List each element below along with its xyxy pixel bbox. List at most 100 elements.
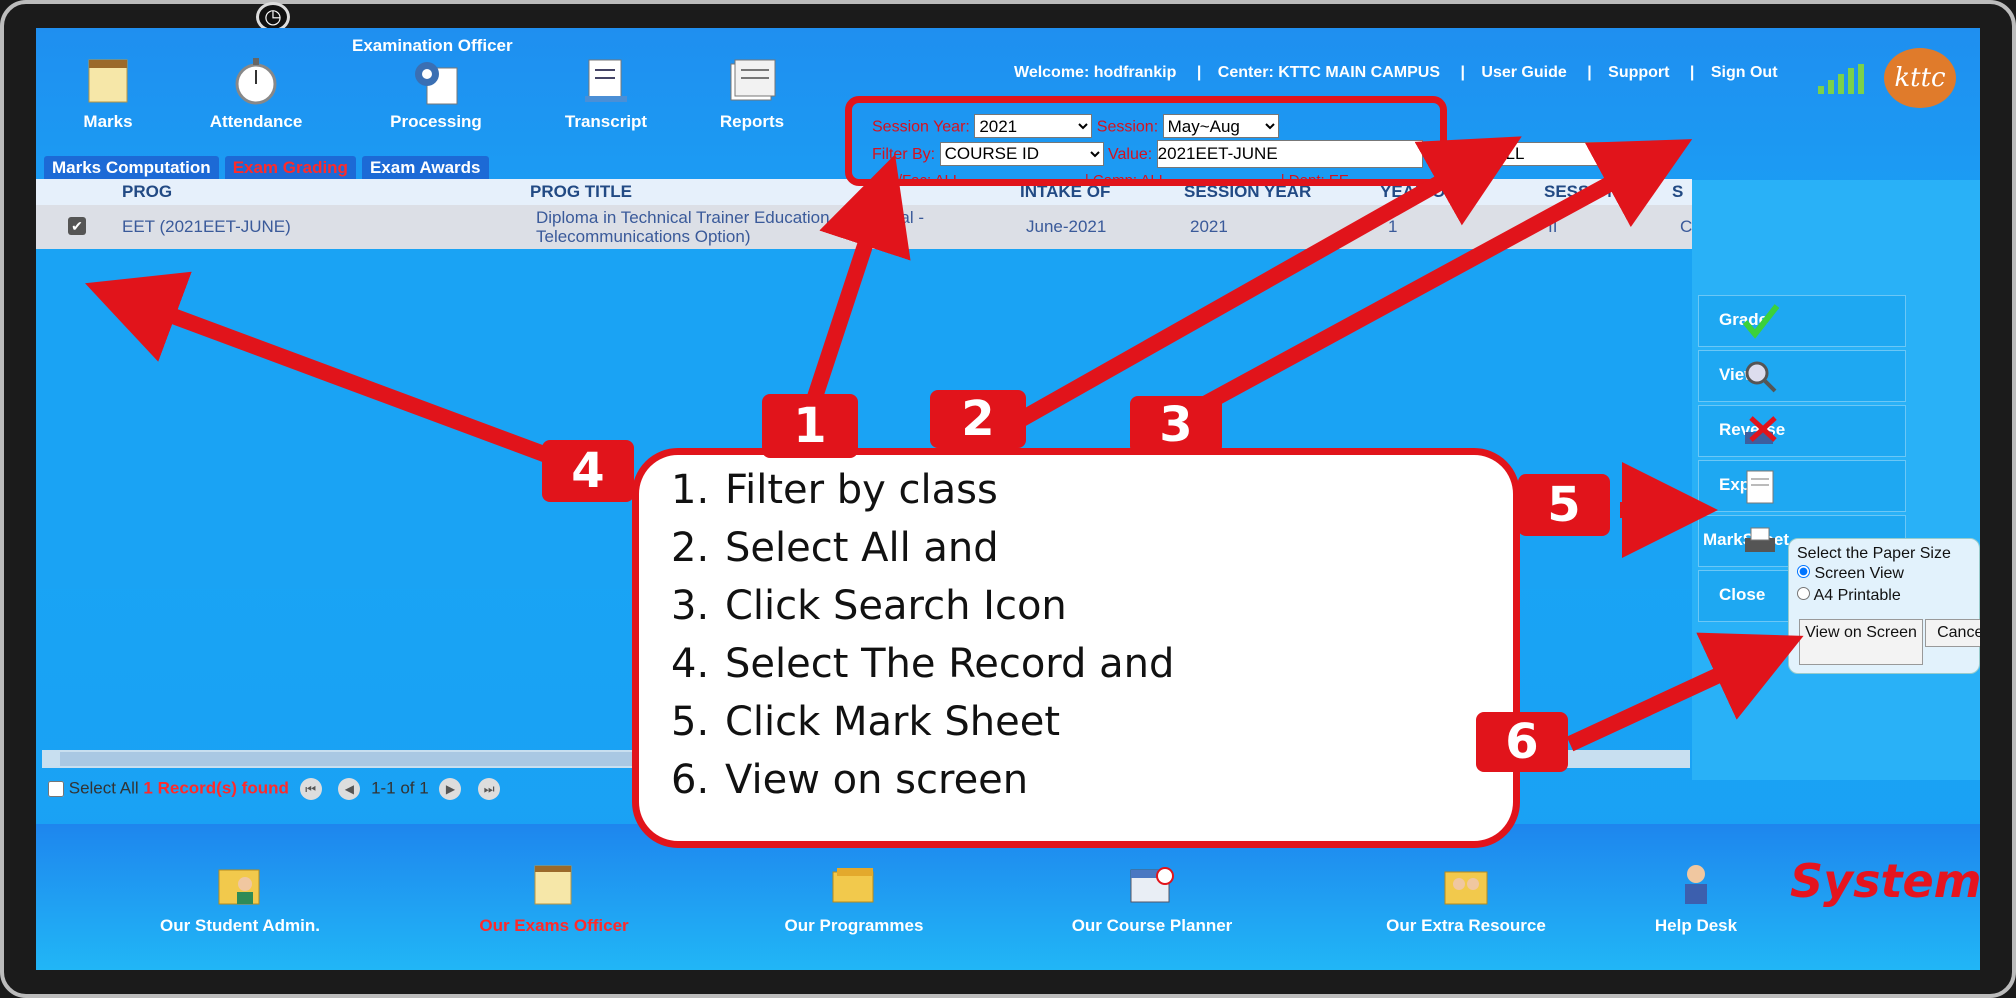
pager: Select All 1 Record(s) found ⏮ ◀ 1-1 of …	[48, 778, 506, 800]
col-session[interactable]: SESSION	[1544, 182, 1620, 202]
table-row[interactable]: ✔ EET (2021EET-JUNE) Diploma in Technica…	[36, 205, 1692, 249]
report-icon	[730, 59, 776, 101]
separator: |	[1587, 64, 1592, 81]
col-prog[interactable]: PROG	[122, 182, 172, 202]
user-guide-link[interactable]: User Guide	[1481, 64, 1566, 81]
a4-printable-option[interactable]: A4 Printable	[1797, 585, 1971, 607]
a4-printable-radio[interactable]	[1797, 587, 1810, 600]
col-intake[interactable]: INTAKE OF	[1020, 182, 1110, 202]
footer-programmes[interactable]: Our Programmes	[744, 860, 964, 936]
reverse-button[interactable]: Reverse	[1698, 405, 1906, 457]
session-select[interactable]: May~Aug	[1162, 114, 1279, 138]
view-button[interactable]: View	[1698, 350, 1906, 402]
sign-out-link[interactable]: Sign Out	[1711, 64, 1778, 81]
tab-exam-grading[interactable]: Exam Grading	[224, 156, 356, 180]
cell-title-line1: Diploma in Technical Trainer Education -…	[536, 208, 925, 227]
tab-exam-awards[interactable]: Exam Awards	[361, 156, 489, 180]
search-icon[interactable]	[1649, 145, 1668, 164]
session-label: Session:	[1096, 118, 1159, 136]
records-grid: PROG PROG TITLE INTAKE OF SESSION YEAR Y…	[36, 179, 1692, 589]
tab-bar: Marks Computation Exam Grading Exam Awar…	[44, 156, 489, 180]
export-button[interactable]: Export	[1698, 460, 1906, 512]
stopwatch-icon	[235, 58, 277, 105]
screen-view-option[interactable]: Screen View	[1797, 563, 1971, 585]
footer-label: Help Desk	[1654, 916, 1738, 935]
screen-view-radio[interactable]	[1797, 565, 1810, 578]
signal-icon	[1818, 64, 1864, 94]
session-year-label: Session Year:	[872, 118, 970, 136]
records-found: 1 Record(s) found	[143, 778, 289, 798]
cell-prog: EET (2021EET-JUNE)	[122, 217, 291, 236]
separator: |	[1196, 64, 1202, 81]
nav-reports[interactable]: Reports	[692, 56, 812, 132]
magnifier-icon	[1745, 361, 1777, 393]
filter-by-label: Filter By:	[872, 146, 936, 163]
nav-processing[interactable]: Processing	[376, 56, 496, 132]
filter-by-select[interactable]: COURSE ID	[939, 141, 1104, 166]
session-year-select[interactable]: 2021	[974, 114, 1093, 138]
notepad-icon	[534, 865, 572, 905]
cell-session-year: 2021	[1190, 217, 1228, 236]
footer-label: Our Course Planner	[1071, 916, 1233, 935]
range-select[interactable]: ALL	[1489, 141, 1638, 166]
prev-page-icon[interactable]: ◀	[338, 778, 361, 800]
footer-student-admin[interactable]: Our Student Admin.	[130, 860, 350, 936]
row-checkbox[interactable]: ✔	[68, 217, 86, 235]
action-panel: Grade View Reverse Export MarkSheet Clos…	[1692, 180, 1980, 780]
cell-title-line2: Telecommunications Option)	[536, 227, 751, 246]
footer-label: Our Extra Resource	[1386, 916, 1546, 935]
users-folder-icon	[1444, 871, 1488, 905]
cell-s: C	[1680, 217, 1693, 236]
top-links: Welcome: hodfrankip | Center: KTTC MAIN …	[1014, 64, 1782, 82]
tab-marks-computation[interactable]: Marks Computation	[44, 156, 219, 180]
footer-nav: Our Student Admin. Our Exams Officer Our…	[36, 824, 1980, 970]
next-page-icon[interactable]: ▶	[439, 778, 462, 800]
gear-document-icon	[415, 62, 458, 105]
app-screen: Examination Officer Marks Attendance Pro…	[36, 28, 1980, 970]
last-page-icon[interactable]: ⏭	[478, 778, 501, 800]
nav-transcript[interactable]: Transcript	[546, 56, 666, 132]
folders-icon	[832, 868, 874, 903]
nav-label: Processing	[390, 112, 482, 131]
nav-marks[interactable]: Marks	[48, 56, 168, 132]
footer-help-desk[interactable]: Help Desk	[1586, 860, 1806, 936]
footer-label: Our Exams Officer	[479, 916, 629, 935]
brand-text: System	[1790, 854, 1980, 908]
footer-label: Our Programmes	[784, 916, 924, 935]
paper-dialog-title: Select the Paper Size	[1797, 545, 1951, 562]
nav-label: Transcript	[564, 112, 648, 131]
document-icon	[585, 59, 627, 102]
cancel-button[interactable]: Cancel	[1925, 619, 1980, 647]
col-session-year[interactable]: SESSION YEAR	[1184, 182, 1311, 202]
select-all-checkbox[interactable]	[48, 781, 64, 797]
nav-label: Marks	[83, 112, 133, 131]
footer-extra-resource[interactable]: Our Extra Resource	[1356, 860, 1576, 936]
a4-printable-label: A4 Printable	[1813, 587, 1901, 604]
nav-attendance[interactable]: Attendance	[196, 56, 316, 132]
footer-label: Our Student Admin.	[160, 916, 320, 935]
screen-view-label: Screen View	[1814, 565, 1904, 582]
paper-size-dialog: Select the Paper Size Screen View A4 Pri…	[1788, 538, 1980, 674]
col-s[interactable]: S	[1672, 182, 1683, 202]
view-on-screen-button[interactable]: View on Screen	[1799, 619, 1923, 665]
range-label: Range:	[1433, 146, 1485, 163]
separator: |	[1689, 64, 1695, 81]
cell-session: II	[1548, 217, 1558, 236]
section-title: Examination Officer	[352, 36, 513, 55]
support-link[interactable]: Support	[1608, 64, 1669, 81]
select-all-label: Select All	[68, 778, 139, 798]
grade-button[interactable]: Grade	[1698, 295, 1906, 347]
value-input[interactable]	[1156, 140, 1423, 168]
footer-exams-officer[interactable]: Our Exams Officer	[444, 860, 664, 936]
center-text: Center: KTTC MAIN CAMPUS	[1217, 64, 1440, 81]
col-year-of-study[interactable]: YEAR OF ST	[1380, 182, 1482, 202]
reverse-icon	[1745, 416, 1777, 444]
system-logo: System	[1790, 854, 1980, 908]
horizontal-scrollbar[interactable]	[42, 750, 1690, 768]
scrollbar-thumb[interactable]	[60, 752, 660, 766]
first-page-icon[interactable]: ⏮	[299, 778, 322, 800]
nav-label: Reports	[719, 112, 785, 131]
footer-course-planner[interactable]: Our Course Planner	[1042, 860, 1262, 936]
grid-header: PROG PROG TITLE INTAKE OF SESSION YEAR Y…	[36, 179, 1692, 205]
col-prog-title[interactable]: PROG TITLE	[530, 182, 632, 202]
